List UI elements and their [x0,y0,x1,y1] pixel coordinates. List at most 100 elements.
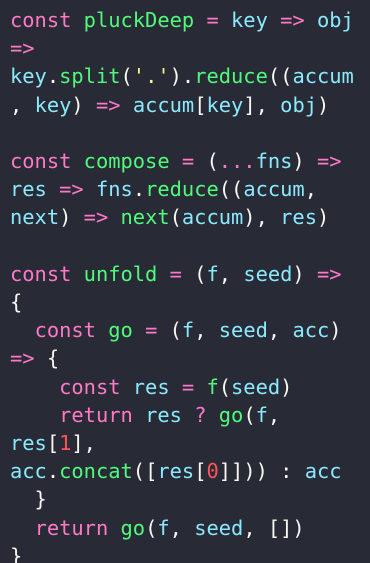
identifier-token: f [255,402,268,427]
punctuation-token [219,8,231,32]
code-editor[interactable]: const pluckDeep = key => obj => key.split(… [0,0,370,563]
keyword-token: return [34,515,109,540]
identifier-token: next [10,205,60,230]
number-token: 1 [59,431,72,455]
identifier-token: key [206,92,244,117]
identifier-token: res [280,205,317,230]
punctuation-token: ) [59,205,84,230]
identifier-token: key [34,92,72,117]
keyword-token: => [280,8,305,32]
punctuation-token: , [267,402,281,427]
punctuation-token [10,403,59,427]
code-line: const pluckDeep = key => obj [10,8,354,32]
function-token: compose [83,149,170,173]
keyword-token: => [316,149,342,173]
punctuation-token: ( [157,318,182,343]
keyword-token: const [10,8,72,32]
punctuation-token [108,205,120,229]
identifier-token: fns [255,149,293,173]
punctuation-token: ], [243,92,281,117]
punctuation-token: . [132,177,146,202]
function-token: f [206,374,219,399]
identifier-token: fns [95,177,133,202]
punctuation-token: { [34,346,60,371]
punctuation-token: (( [218,177,244,202]
punctuation-token: , [10,92,35,117]
punctuation-token [121,93,133,117]
punctuation-token: ) [292,149,317,173]
keyword-token: = [206,8,219,32]
code-line: const compose = (...fns) => [10,149,342,173]
punctuation-token: } [10,543,23,563]
punctuation-token: , [169,515,195,540]
code-line: } [10,487,47,511]
keyword-token: ... [218,149,256,173]
punctuation-token: ( [243,402,256,427]
punctuation-token: ]])) : [218,459,305,484]
code-line: => { [10,346,59,370]
punctuation-token: , [304,177,317,202]
function-token: go [218,402,244,427]
identifier-token: seed [218,318,268,343]
punctuation-token [10,516,35,540]
punctuation-token: . [46,64,60,89]
punctuation-token: ) [71,92,96,117]
punctuation-token [194,8,206,32]
code-line: { [10,290,22,314]
function-token: split [59,64,121,89]
keyword-token: ? [194,402,207,427]
identifier-token: accum [292,64,354,89]
identifier-token: accum [181,205,244,230]
keyword-token: = [169,261,182,286]
punctuation-token: ) [316,205,330,230]
punctuation-token: [ [194,92,207,117]
code-line: , key) => accum[key], obj) [10,93,329,117]
identifier-token: acc [304,459,342,484]
identifier-token: res [132,374,170,399]
punctuation-token: ) [280,374,293,399]
identifier-token: key [10,64,47,89]
punctuation-token: ) [292,261,317,286]
punctuation-token [182,403,194,427]
punctuation-token: ( [169,205,182,230]
code-line: res[1], [10,431,96,455]
keyword-token: => [10,36,35,61]
punctuation-token [170,375,182,399]
keyword-token: => [95,92,121,117]
function-token: concat [59,459,133,484]
function-token: go [120,515,146,540]
keyword-token: const [10,261,72,286]
punctuation-token: . [46,459,60,484]
punctuation-token: [ [46,431,60,455]
number-token: 0 [206,459,219,484]
code-line: return go(f, seed, []) [10,516,305,540]
punctuation-token: ( [120,64,133,89]
keyword-token: const [34,318,96,343]
punctuation-token [121,375,133,399]
punctuation-token [268,8,280,32]
code-line: key.split('.').reduce((accum [10,64,354,88]
identifier-token: seed [194,515,244,540]
keyword-token: => [59,177,84,202]
punctuation-token: ). [169,64,195,89]
identifier-token: obj [316,8,354,32]
keyword-token: const [59,374,121,399]
identifier-token: accum [243,177,305,202]
punctuation-token: , [218,261,244,286]
keyword-token: = [145,318,158,343]
function-token: go [108,318,133,343]
punctuation-token: ( [145,515,158,540]
keyword-token: => [83,205,109,230]
punctuation-token [305,8,317,32]
punctuation-token [194,375,206,399]
code-line: } [10,544,22,563]
identifier-token: res [10,431,47,455]
punctuation-token: ) [329,318,342,343]
punctuation-token [206,403,218,427]
punctuation-token [71,262,83,286]
code-line: => [10,36,35,60]
punctuation-token [170,149,182,173]
keyword-token: => [10,346,35,371]
punctuation-token: (( [267,64,293,89]
punctuation-token [71,149,83,173]
